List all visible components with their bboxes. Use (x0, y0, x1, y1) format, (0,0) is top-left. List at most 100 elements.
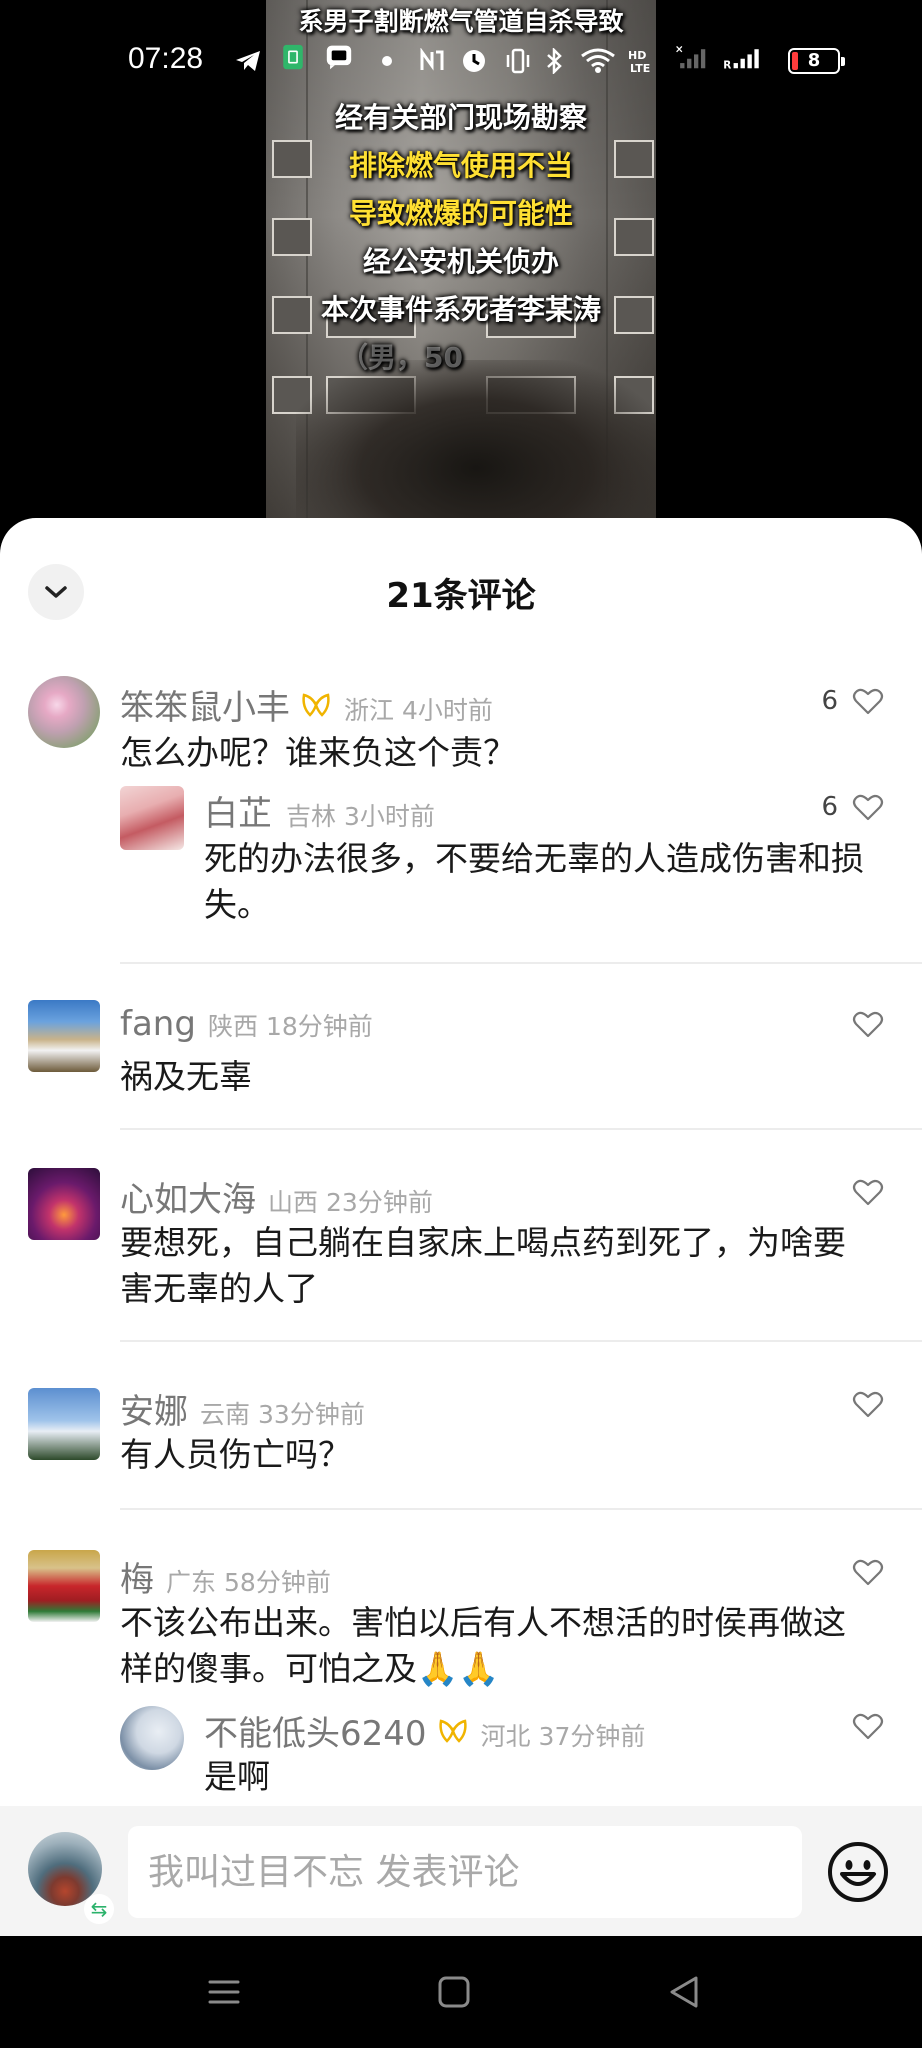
bluetooth-icon (547, 48, 562, 74)
like-count: 6 (821, 792, 838, 822)
divider (120, 1508, 922, 1510)
video-caption: 本次事件系死者李某涛 (320, 293, 601, 326)
volte-icon: HD LTE (628, 49, 650, 74)
video-caption: 导致燃爆的可能性 (348, 197, 573, 230)
comment-text: 样的傻事。可怕之及🙏🙏 (120, 1649, 500, 1688)
reply-text: 是啊 (204, 1757, 270, 1796)
comment-sheet: 21条评论 笨笨鼠小丰 浙江 4小时前 6 怎么办呢？谁来负这个责？ 白芷 吉林… (0, 518, 922, 1936)
swap-account-icon[interactable]: ⇆ (84, 1894, 114, 1924)
menu-icon[interactable] (204, 1972, 244, 2012)
username[interactable]: 笨笨鼠小丰 (120, 680, 290, 729)
timestamp: 58分钟前 (224, 1568, 331, 1597)
reply-text: 死的办法很多，不要给无辜的人造成伤害和损 (204, 839, 864, 878)
username[interactable]: fang (120, 1004, 196, 1044)
heart-icon (852, 1391, 884, 1418)
divider (120, 1128, 922, 1130)
comment-input-bar: ⇆ (0, 1806, 922, 1936)
comment-text: 要想死，自己躺在自家床上喝点药到死了，为啥要 (120, 1223, 846, 1262)
video-caption: 经有关部门现场勘察 (334, 101, 587, 134)
sheet-header: 21条评论 (0, 518, 922, 646)
region: 云南 (200, 1400, 251, 1429)
comment-text: 有人员伤亡吗？ (120, 1435, 351, 1474)
signal-icon: × (675, 44, 706, 69)
clock-icon (463, 50, 485, 72)
timestamp: 33分钟前 (258, 1400, 365, 1429)
video-caption: 经公安机关侦办 (362, 245, 559, 278)
wifi-icon (581, 48, 615, 73)
heart-icon (852, 1713, 884, 1740)
telegram-icon (236, 51, 260, 71)
svg-text:×: × (675, 44, 684, 56)
comment-count-title: 21条评论 (386, 576, 536, 616)
dot-icon (382, 56, 392, 66)
svg-text:HD: HD (628, 49, 646, 62)
like-button[interactable] (852, 1558, 884, 1586)
comment-meta: 心如大海 山西 23分钟前 (120, 1172, 433, 1221)
heart-icon (852, 794, 884, 821)
comment-text: 害无辜的人了 (120, 1269, 318, 1308)
nfc-icon (420, 48, 444, 71)
avatar[interactable] (120, 786, 184, 850)
heart-icon (852, 688, 884, 715)
avatar[interactable] (28, 1168, 100, 1240)
heart-icon (852, 1011, 884, 1038)
status-time: 07:28 (128, 42, 204, 75)
like-button[interactable] (852, 1178, 884, 1206)
vip-badge-icon (302, 692, 330, 717)
region: 河北 (480, 1722, 531, 1751)
avatar[interactable] (28, 676, 100, 748)
comment-meta: 梅 广东 58分钟前 (120, 1552, 331, 1601)
username[interactable]: 梅 (120, 1552, 154, 1601)
username[interactable]: 白芷 (204, 786, 272, 835)
system-nav-bar (0, 1936, 922, 2048)
sim-icon (283, 44, 303, 70)
like-button[interactable] (852, 1390, 884, 1418)
timestamp: 37分钟前 (538, 1722, 646, 1751)
region: 广东 (166, 1568, 217, 1597)
comment-text: 怎么办呢？谁来负这个责？ (120, 733, 516, 772)
emoji-icon[interactable] (826, 1840, 890, 1904)
avatar[interactable] (28, 1550, 100, 1622)
region: 山西 (268, 1188, 319, 1217)
reply-meta: 不能低头6240 河北 37分钟前 (204, 1706, 645, 1755)
video-caption: 排除燃气使用不当 (348, 149, 573, 182)
burn-damage (296, 360, 656, 540)
reply-text: 失。 (204, 885, 270, 924)
timestamp: 3小时前 (344, 802, 435, 831)
home-icon[interactable] (434, 1972, 474, 2012)
comment-text: 不该公布出来。害怕以后有人不想活的时侯再做这 (120, 1603, 846, 1642)
heart-icon (852, 1559, 884, 1586)
vibrate-icon (506, 48, 530, 74)
battery-text: 8 (807, 50, 821, 71)
username[interactable]: 心如大海 (120, 1172, 256, 1221)
region: 吉林 (286, 802, 337, 831)
username[interactable]: 不能低头6240 (204, 1706, 427, 1755)
video-caption: 系男子割断燃气管道自杀导致 (298, 7, 624, 36)
comment-input[interactable] (128, 1826, 802, 1918)
like-button[interactable]: 6 (821, 792, 884, 822)
back-icon[interactable] (664, 1972, 704, 2012)
reply-meta: 白芷 吉林 3小时前 (204, 786, 435, 835)
signal-r-icon: R (723, 49, 759, 70)
like-button[interactable]: 6 (821, 686, 884, 716)
vip-badge-icon (438, 1718, 467, 1743)
avatar[interactable] (28, 1000, 100, 1072)
avatar[interactable] (120, 1706, 184, 1770)
svg-text:LTE: LTE (630, 62, 650, 74)
message-icon (326, 45, 352, 70)
username[interactable]: 安娜 (120, 1384, 188, 1433)
timestamp: 4小时前 (402, 696, 493, 725)
like-button[interactable] (852, 1712, 884, 1740)
like-count: 6 (821, 686, 838, 716)
heart-icon (852, 1179, 884, 1206)
divider (120, 962, 922, 964)
battery-icon: 8 (788, 48, 845, 74)
comment-text: 祸及无辜 (120, 1057, 252, 1096)
comment-meta: 笨笨鼠小丰 浙江 4小时前 (120, 680, 493, 729)
status-bar: 07:28 HD LTE × R 8 (0, 38, 922, 86)
timestamp: 18分钟前 (265, 1012, 373, 1041)
timestamp: 23分钟前 (326, 1188, 433, 1217)
video-caption: （男，50 (340, 341, 463, 374)
like-button[interactable] (852, 1010, 884, 1038)
avatar[interactable] (28, 1388, 100, 1460)
